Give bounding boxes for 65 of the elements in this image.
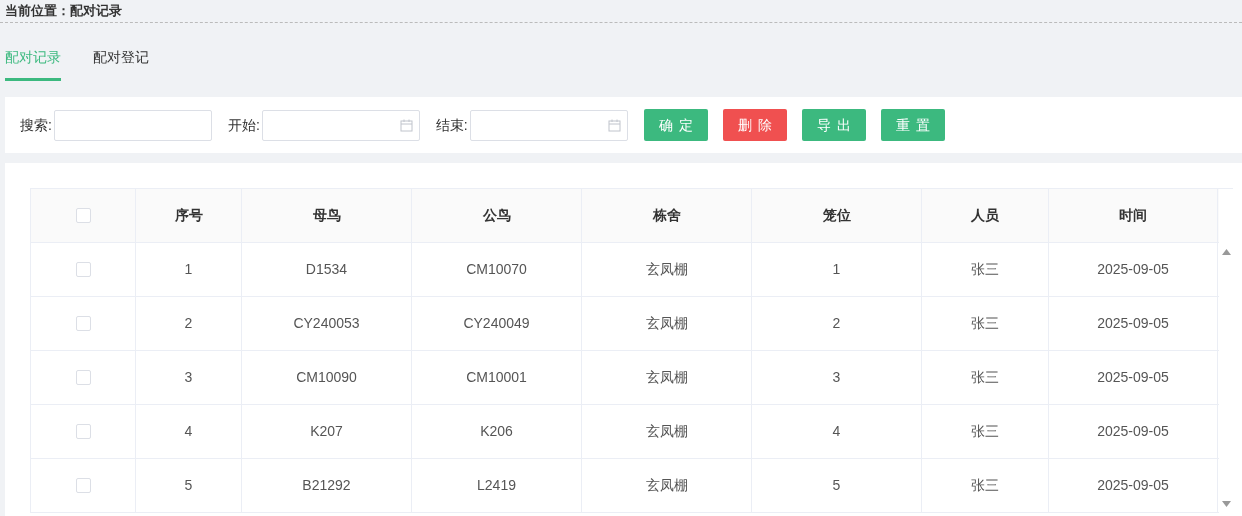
table-cell: 2025-09-05: [1049, 243, 1218, 296]
table-cell: B21292: [242, 459, 412, 512]
calendar-icon: [607, 118, 621, 132]
table-cell: 2025-09-05: [1049, 459, 1218, 512]
tab[interactable]: 配对记录: [5, 47, 61, 81]
scroll-up-icon[interactable]: [1221, 249, 1231, 255]
filter-label: 开始:: [227, 115, 260, 135]
table-cell: 3: [136, 351, 242, 404]
table-cell: 2025-09-05: [1049, 297, 1218, 350]
action-button[interactable]: 删除: [722, 109, 787, 141]
checkbox[interactable]: [75, 370, 91, 385]
scroll-down-icon[interactable]: [1221, 501, 1231, 507]
table-cell: 玄凤棚: [582, 351, 752, 404]
table-cell: CM10001: [412, 351, 582, 404]
input-field[interactable]: [469, 109, 628, 141]
table-cell: 2: [136, 297, 242, 350]
table-cell: CM10090: [242, 351, 412, 404]
table-cell: 1: [136, 243, 242, 296]
table-cell: 2025-09-05: [1049, 405, 1218, 458]
table-cell: 张三: [922, 405, 1049, 458]
table-cell: 玄凤棚: [582, 405, 752, 458]
filter-label: 结束:: [435, 115, 468, 135]
table-cell: 张三: [922, 459, 1049, 512]
table-cell: 2: [752, 297, 922, 350]
checkbox[interactable]: [75, 316, 91, 331]
table-cell: 5: [752, 459, 922, 512]
table-cell: 3: [752, 351, 922, 404]
breadcrumb: 当前位置：配对记录: [5, 2, 122, 21]
table-cell: L2419: [412, 459, 582, 512]
table-cell: 1: [752, 243, 922, 296]
checkbox[interactable]: [75, 478, 91, 493]
column-header: 栋舍: [582, 189, 752, 242]
input-field[interactable]: [261, 109, 420, 141]
table-cell: 玄凤棚: [582, 243, 752, 296]
table-cell: CY240049: [412, 297, 582, 350]
table-cell: 5: [136, 459, 242, 512]
tab[interactable]: 配对登记: [93, 47, 149, 81]
action-button[interactable]: 导出: [801, 109, 866, 141]
table-cell: 张三: [922, 297, 1049, 350]
table-cell: 4: [136, 405, 242, 458]
action-button[interactable]: 确定: [643, 109, 708, 141]
column-header: 人员: [922, 189, 1049, 242]
checkbox[interactable]: [75, 208, 91, 223]
table-cell: 4: [752, 405, 922, 458]
table-cell: 2025-09-05: [1049, 351, 1218, 404]
calendar-icon: [399, 118, 413, 132]
column-header: 时间: [1049, 189, 1218, 242]
table-cell: 张三: [922, 351, 1049, 404]
checkbox[interactable]: [75, 424, 91, 439]
table-cell: D1534: [242, 243, 412, 296]
table-cell: K207: [242, 405, 412, 458]
action-button[interactable]: 重置: [880, 109, 945, 141]
filter-label: 搜索:: [20, 115, 52, 135]
column-header: 母鸟: [242, 189, 412, 242]
column-header: 序号: [136, 189, 242, 242]
table-cell: CM10070: [412, 243, 582, 296]
input-field[interactable]: [53, 109, 212, 141]
column-header: 笼位: [752, 189, 922, 242]
table-cell: CY240053: [242, 297, 412, 350]
column-header: 公鸟: [412, 189, 582, 242]
table-cell: 张三: [922, 243, 1049, 296]
table-cell: K206: [412, 405, 582, 458]
checkbox[interactable]: [75, 262, 91, 277]
table-cell: 玄凤棚: [582, 297, 752, 350]
table-cell: 玄凤棚: [582, 459, 752, 512]
